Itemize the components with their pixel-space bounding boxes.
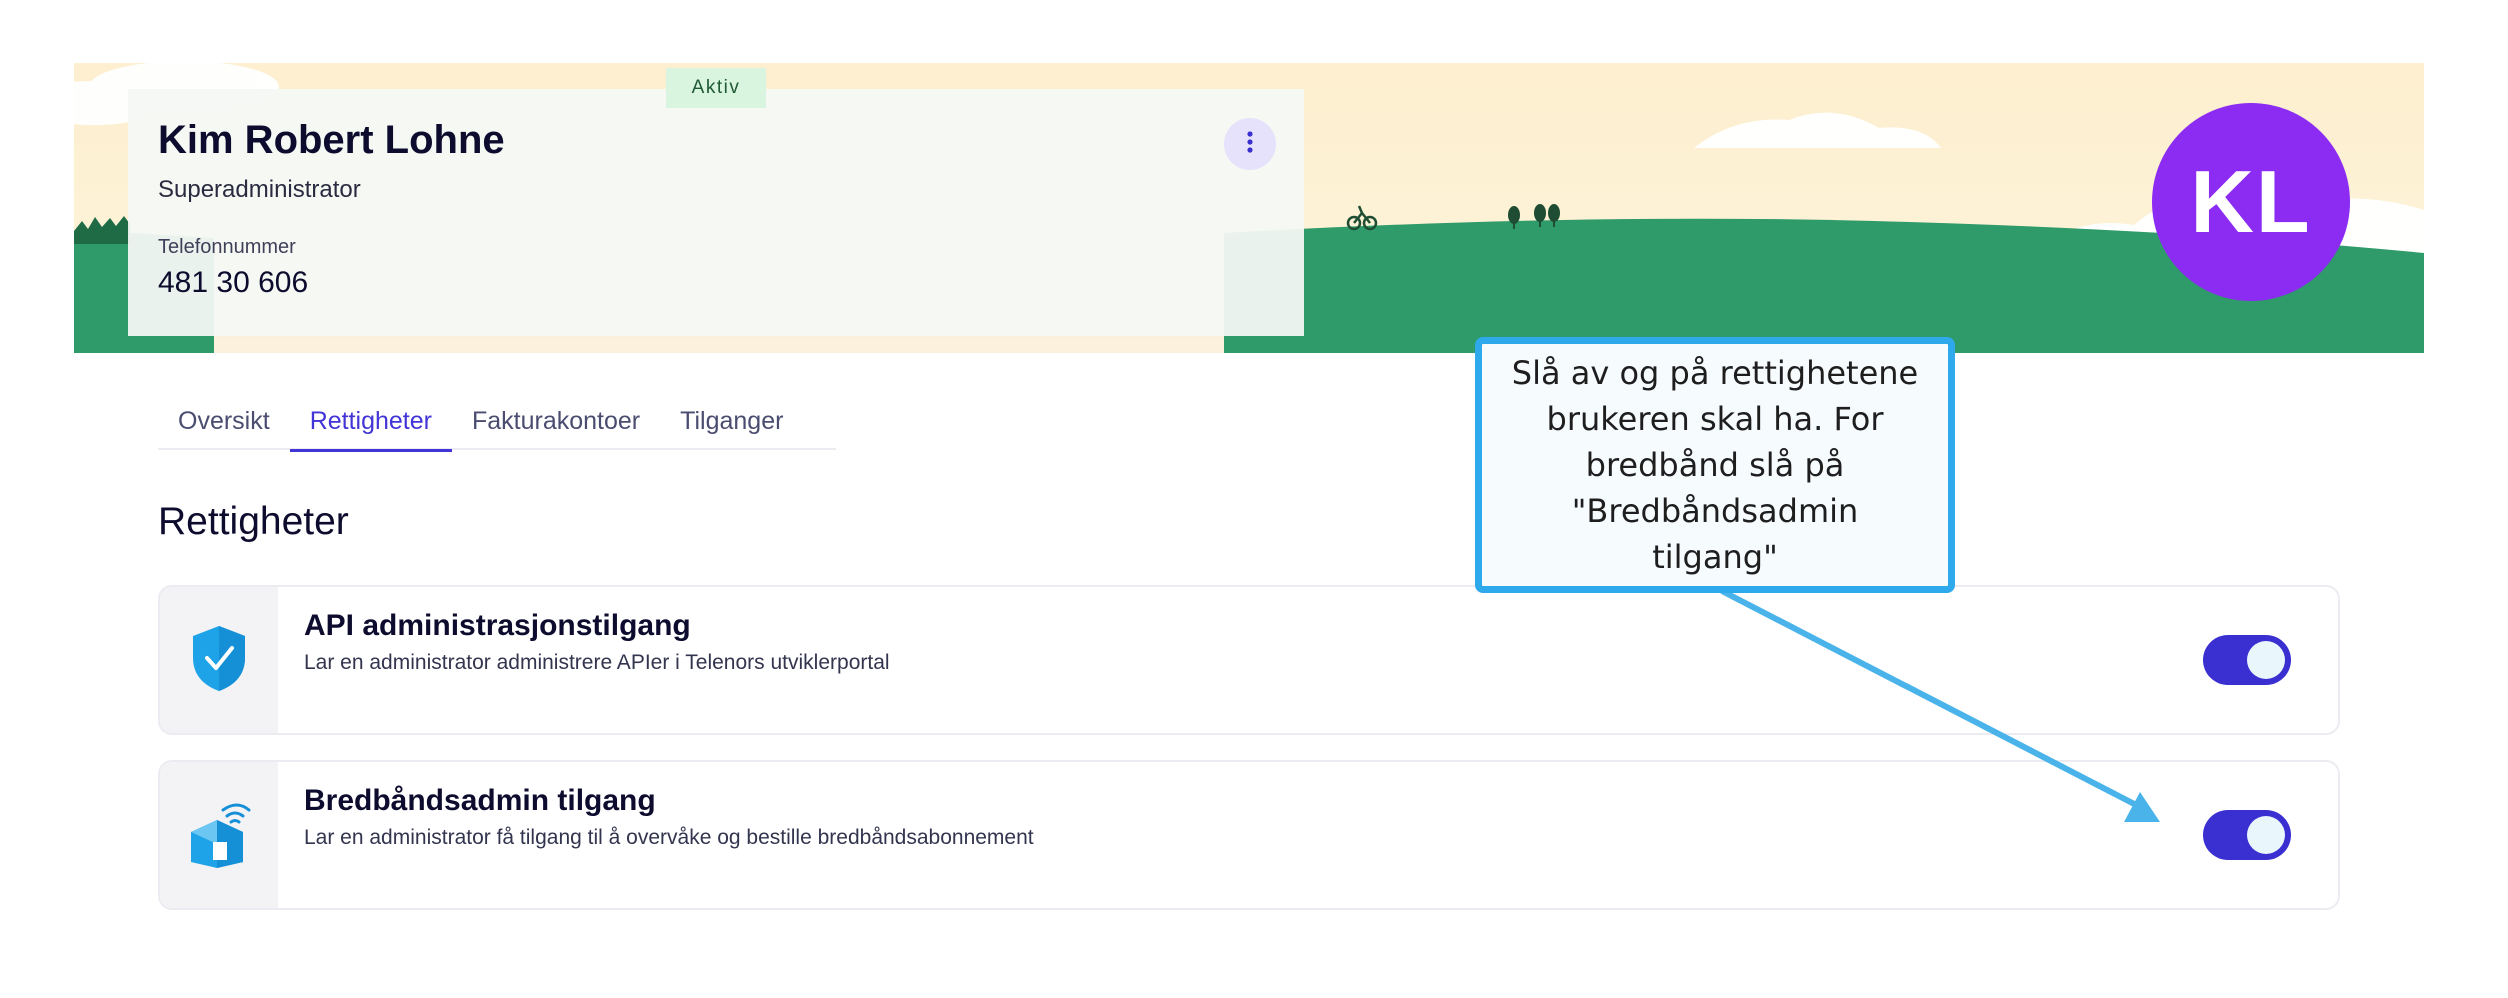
permission-description: Lar en administrator administrere APIer … [304, 651, 890, 674]
section-heading: Rettigheter [158, 500, 349, 543]
toggle-knob [2247, 641, 2285, 679]
tab-fakturakontoer[interactable]: Fakturakontoer [452, 392, 660, 450]
toggle-knob [2247, 816, 2285, 854]
tab-tilganger[interactable]: Tilganger [660, 392, 803, 450]
tab-bar: Oversikt Rettigheter Fakturakontoer Tilg… [158, 392, 836, 452]
status-badge: Aktiv [666, 68, 766, 108]
permission-card-api: API administrasjonstilgang Lar en admini… [158, 585, 2340, 735]
tab-oversikt[interactable]: Oversikt [158, 392, 290, 450]
callout-text: Slå av og på rettighetene brukeren skal … [1511, 354, 1919, 576]
callout-box: Slå av og på rettighetene brukeren skal … [1475, 337, 1955, 593]
broadband-house-icon [187, 798, 251, 873]
shield-check-icon [191, 624, 247, 697]
phone-value: 481 30 606 [158, 266, 309, 299]
phone-label: Telefonnummer [158, 236, 296, 258]
user-role: Superadministrator [158, 176, 361, 203]
permission-card-broadband: Bredbåndsadmin tilgang Lar en administra… [158, 760, 2340, 910]
permission-title: Bredbåndsadmin tilgang [304, 784, 656, 817]
kebab-vertical-icon [1246, 130, 1254, 159]
permission-title: API administrasjonstilgang [304, 609, 691, 642]
broadband-access-toggle[interactable] [2203, 810, 2291, 860]
permission-icon-column [160, 587, 278, 733]
user-name: Kim Robert Lohne [158, 118, 505, 162]
tab-rettigheter[interactable]: Rettigheter [289, 392, 453, 452]
permission-icon-column [160, 762, 278, 908]
api-access-toggle[interactable] [2203, 635, 2291, 685]
avatar: KL [2152, 103, 2350, 301]
permission-description: Lar en administrator få tilgang til å ov… [304, 826, 1034, 849]
more-options-button[interactable] [1224, 118, 1276, 170]
